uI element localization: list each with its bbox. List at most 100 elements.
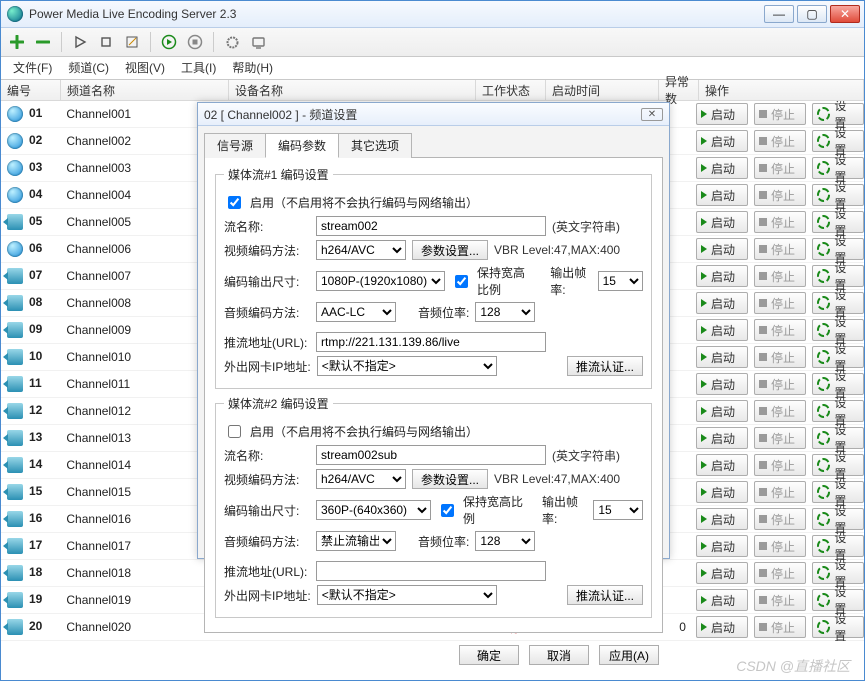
row-start-button[interactable]: 启动	[696, 130, 748, 152]
row-start-button[interactable]: 启动	[696, 157, 748, 179]
stream2-nic-select[interactable]: <默认不指定>	[317, 585, 497, 605]
row-stop-button[interactable]: 停止	[754, 400, 806, 422]
start-all-button[interactable]	[159, 32, 179, 52]
monitor-button[interactable]	[248, 32, 268, 52]
stream2-vcodec-select[interactable]: h264/AVC	[316, 469, 406, 489]
row-config-button[interactable]: 设置	[812, 292, 864, 314]
cancel-button[interactable]: 取消	[529, 645, 589, 665]
row-start-button[interactable]: 启动	[696, 616, 748, 638]
stream1-size-select[interactable]: 1080P-(1920x1080)	[316, 271, 445, 291]
row-config-button[interactable]: 设置	[812, 427, 864, 449]
col-start[interactable]: 启动时间	[546, 80, 659, 100]
row-stop-button[interactable]: 停止	[754, 130, 806, 152]
play-button[interactable]	[70, 32, 90, 52]
row-stop-button[interactable]: 停止	[754, 319, 806, 341]
menu-channel[interactable]: 频道(C)	[62, 57, 115, 79]
stop-all-button[interactable]	[185, 32, 205, 52]
settings-button[interactable]	[222, 32, 242, 52]
tab-encode[interactable]: 编码参数	[265, 133, 339, 158]
row-stop-button[interactable]: 停止	[754, 589, 806, 611]
stream1-param-button[interactable]: 参数设置...	[412, 240, 488, 260]
row-stop-button[interactable]: 停止	[754, 211, 806, 233]
row-config-button[interactable]: 设置	[812, 157, 864, 179]
menu-tools[interactable]: 工具(I)	[175, 57, 222, 79]
row-config-button[interactable]: 设置	[812, 454, 864, 476]
stream1-auth-button[interactable]: 推流认证...	[567, 356, 643, 376]
menu-file[interactable]: 文件(F)	[7, 57, 58, 79]
stream2-keepar-checkbox[interactable]	[441, 504, 454, 517]
row-stop-button[interactable]: 停止	[754, 616, 806, 638]
row-config-button[interactable]: 设置	[812, 319, 864, 341]
stream2-name-input[interactable]	[316, 445, 546, 465]
row-config-button[interactable]: 设置	[812, 535, 864, 557]
row-stop-button[interactable]: 停止	[754, 562, 806, 584]
row-config-button[interactable]: 设置	[812, 481, 864, 503]
row-config-button[interactable]: 设置	[812, 184, 864, 206]
ok-button[interactable]: 确定	[459, 645, 519, 665]
stream1-fps-select[interactable]: 15	[598, 271, 643, 291]
stream1-vcodec-select[interactable]: h264/AVC	[316, 240, 406, 260]
row-start-button[interactable]: 启动	[696, 373, 748, 395]
row-start-button[interactable]: 启动	[696, 238, 748, 260]
add-channel-button[interactable]	[7, 32, 27, 52]
row-start-button[interactable]: 启动	[696, 427, 748, 449]
stream1-name-input[interactable]	[316, 216, 546, 236]
tab-other[interactable]: 其它选项	[338, 133, 412, 158]
stream1-push-input[interactable]	[316, 332, 546, 352]
row-stop-button[interactable]: 停止	[754, 535, 806, 557]
row-stop-button[interactable]: 停止	[754, 292, 806, 314]
row-start-button[interactable]: 启动	[696, 562, 748, 584]
row-stop-button[interactable]: 停止	[754, 373, 806, 395]
row-stop-button[interactable]: 停止	[754, 508, 806, 530]
stream1-abr-select[interactable]: 128	[475, 302, 535, 322]
row-stop-button[interactable]: 停止	[754, 103, 806, 125]
row-start-button[interactable]: 启动	[696, 265, 748, 287]
row-config-button[interactable]: 设置	[812, 589, 864, 611]
stream1-nic-select[interactable]: <默认不指定>	[317, 356, 497, 376]
titlebar[interactable]: Power Media Live Encoding Server 2.3 — ▢…	[1, 1, 864, 28]
tab-source[interactable]: 信号源	[204, 133, 266, 158]
row-start-button[interactable]: 启动	[696, 103, 748, 125]
close-button[interactable]: ✕	[830, 5, 860, 23]
row-start-button[interactable]: 启动	[696, 319, 748, 341]
row-config-button[interactable]: 设置	[812, 103, 864, 125]
remove-channel-button[interactable]	[33, 32, 53, 52]
row-config-button[interactable]: 设置	[812, 373, 864, 395]
row-start-button[interactable]: 启动	[696, 508, 748, 530]
stream2-enable-checkbox[interactable]	[228, 425, 241, 438]
row-start-button[interactable]: 启动	[696, 346, 748, 368]
row-config-button[interactable]: 设置	[812, 265, 864, 287]
stream2-abr-select[interactable]: 128	[475, 531, 535, 551]
apply-button[interactable]: 应用(A)	[599, 645, 659, 665]
stream1-enable-checkbox[interactable]	[228, 196, 241, 209]
minimize-button[interactable]: —	[764, 5, 794, 23]
row-start-button[interactable]: 启动	[696, 454, 748, 476]
row-stop-button[interactable]: 停止	[754, 238, 806, 260]
row-config-button[interactable]: 设置	[812, 211, 864, 233]
col-ops[interactable]: 操作	[699, 80, 864, 100]
stream2-fps-select[interactable]: 15	[593, 500, 643, 520]
row-stop-button[interactable]: 停止	[754, 481, 806, 503]
row-stop-button[interactable]: 停止	[754, 454, 806, 476]
col-status[interactable]: 工作状态	[476, 80, 546, 100]
col-errors[interactable]: 异常数	[659, 80, 699, 100]
row-config-button[interactable]: 设置	[812, 130, 864, 152]
stream1-acodec-select[interactable]: AAC-LC	[316, 302, 396, 322]
row-stop-button[interactable]: 停止	[754, 157, 806, 179]
row-config-button[interactable]: 设置	[812, 508, 864, 530]
row-stop-button[interactable]: 停止	[754, 265, 806, 287]
stream2-auth-button[interactable]: 推流认证...	[567, 585, 643, 605]
row-start-button[interactable]: 启动	[696, 589, 748, 611]
menu-help[interactable]: 帮助(H)	[226, 57, 279, 79]
stream2-size-select[interactable]: 360P-(640x360)	[316, 500, 431, 520]
row-config-button[interactable]: 设置	[812, 616, 864, 638]
dialog-titlebar[interactable]: 02 [ Channel002 ] - 频道设置 ✕	[198, 103, 669, 126]
col-name[interactable]: 频道名称	[61, 80, 229, 100]
row-stop-button[interactable]: 停止	[754, 427, 806, 449]
dialog-close-button[interactable]: ✕	[641, 108, 663, 121]
row-stop-button[interactable]: 停止	[754, 346, 806, 368]
row-start-button[interactable]: 启动	[696, 535, 748, 557]
maximize-button[interactable]: ▢	[797, 5, 827, 23]
row-start-button[interactable]: 启动	[696, 184, 748, 206]
row-start-button[interactable]: 启动	[696, 400, 748, 422]
